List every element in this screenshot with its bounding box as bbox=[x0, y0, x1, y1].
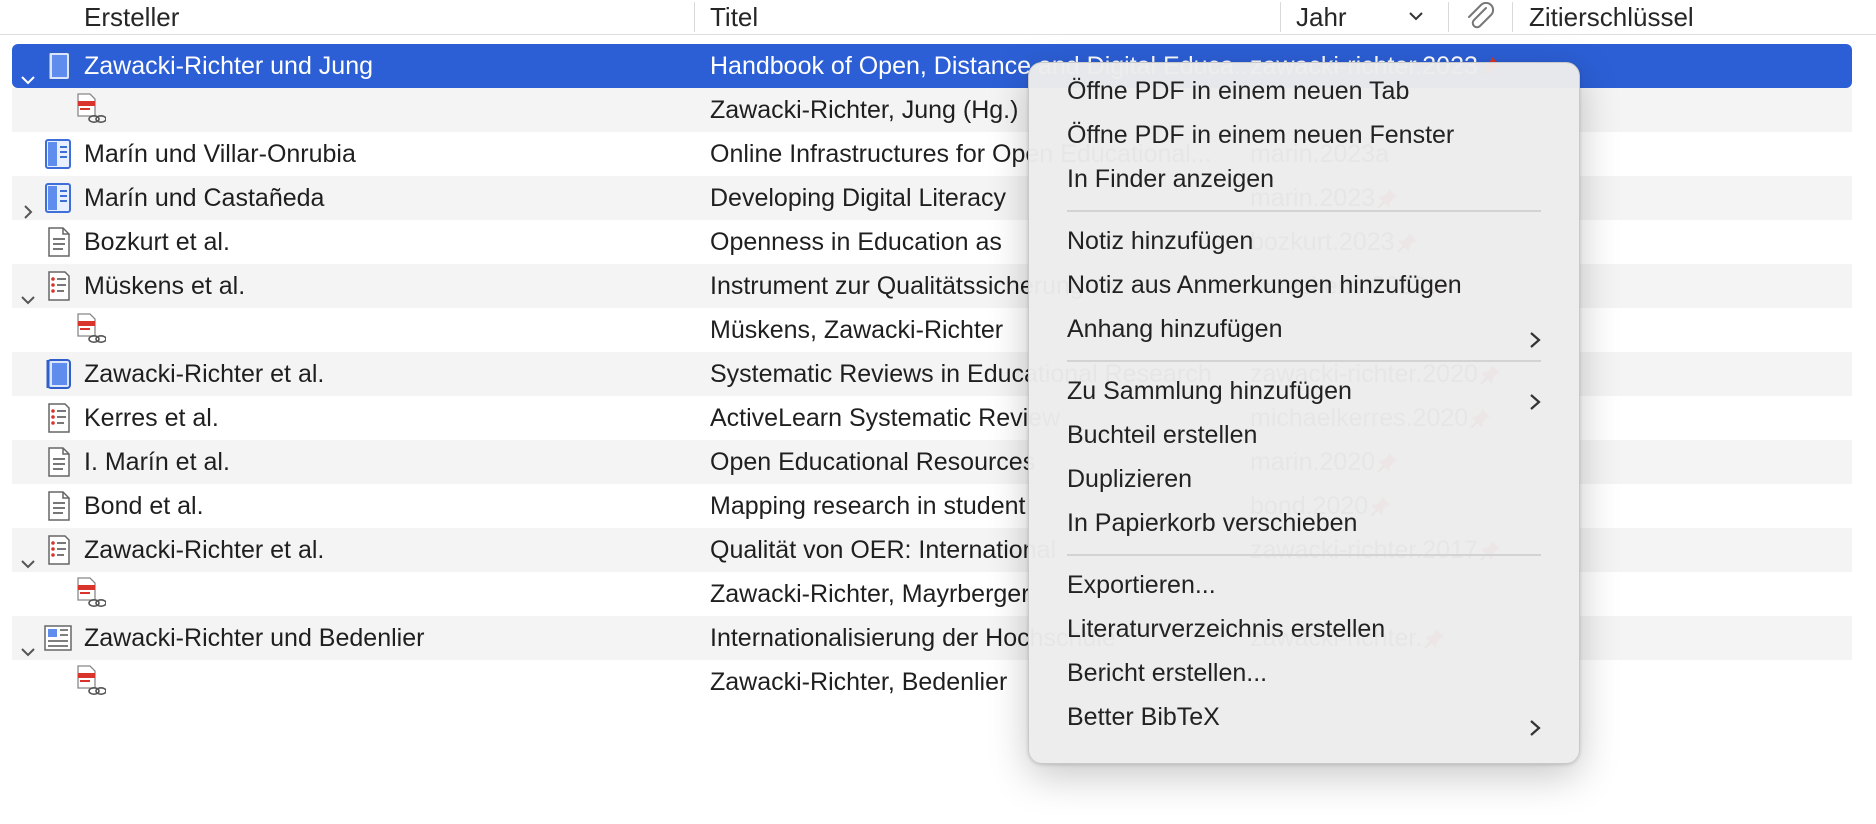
newspaper-icon bbox=[42, 621, 74, 655]
attachment-paperclip-icon[interactable] bbox=[1464, 2, 1496, 32]
column-divider[interactable] bbox=[1280, 2, 1281, 32]
menu-item-label: Notiz aus Anmerkungen hinzufügen bbox=[1067, 271, 1462, 299]
menu-item[interactable]: Bericht erstellen... bbox=[1039, 653, 1569, 693]
column-divider[interactable] bbox=[1512, 2, 1513, 32]
report-icon bbox=[42, 401, 74, 435]
menu-separator bbox=[1067, 360, 1541, 362]
creator-cell: Zawacki-Richter und Bedenlier bbox=[84, 624, 425, 652]
context-menu: Öffne PDF in einem neuen Tab Öffne PDF in… bbox=[1028, 62, 1580, 764]
menu-item-label: Duplizieren bbox=[1067, 465, 1193, 493]
creator-cell: Marín und Villar-Onrubia bbox=[84, 140, 356, 168]
menu-item[interactable]: Öffne PDF in einem neuen Tab bbox=[1039, 71, 1569, 111]
submenu-chevron-right-icon bbox=[1529, 321, 1541, 348]
book-section-icon bbox=[42, 181, 74, 215]
column-header-bar: Ersteller Titel Jahr Zitierschlüssel bbox=[0, 0, 1876, 35]
submenu-chevron-right-icon bbox=[1529, 709, 1541, 736]
menu-item-label: Better BibTeX bbox=[1067, 703, 1220, 731]
document-icon bbox=[42, 225, 74, 259]
menu-item-label: Zu Sammlung hinzufügen bbox=[1067, 377, 1352, 405]
creator-cell: Bozkurt et al. bbox=[84, 228, 230, 256]
menu-item-label: In Papierkorb verschieben bbox=[1067, 509, 1358, 537]
column-header-creator[interactable]: Ersteller bbox=[84, 0, 179, 34]
creator-cell bbox=[84, 660, 684, 704]
menu-item[interactable]: Literaturverzeichnis erstellen bbox=[1039, 609, 1569, 649]
menu-item[interactable]: Better BibTeX bbox=[1039, 697, 1569, 737]
document-icon bbox=[42, 489, 74, 523]
menu-item[interactable]: In Papierkorb verschieben bbox=[1039, 503, 1569, 543]
column-header-year[interactable]: Jahr bbox=[1296, 0, 1347, 34]
disclosure-expanded-chevron-icon[interactable] bbox=[20, 542, 36, 569]
menu-item-label: Öffne PDF in einem neuen Fenster bbox=[1067, 121, 1455, 149]
menu-item[interactable]: Öffne PDF in einem neuen Fenster bbox=[1039, 115, 1569, 155]
disclosure-collapsed-chevron-icon[interactable] bbox=[20, 190, 36, 219]
creator-cell bbox=[84, 308, 684, 352]
book-icon bbox=[42, 49, 74, 83]
disclosure-expanded-chevron-icon[interactable] bbox=[20, 278, 36, 305]
menu-separator bbox=[1067, 554, 1541, 556]
report-icon bbox=[42, 533, 74, 567]
column-divider[interactable] bbox=[1448, 2, 1449, 32]
menu-item[interactable]: Notiz aus Anmerkungen hinzufügen bbox=[1039, 265, 1569, 305]
column-header-title[interactable]: Titel bbox=[710, 0, 758, 34]
creator-cell: Zawacki-Richter und Jung bbox=[84, 52, 374, 80]
book-section-icon bbox=[42, 137, 74, 171]
menu-item[interactable]: Zu Sammlung hinzufügen bbox=[1039, 371, 1569, 411]
column-divider[interactable] bbox=[694, 2, 695, 32]
menu-item-label: Buchteil erstellen bbox=[1067, 421, 1258, 449]
column-header-citation-key[interactable]: Zitierschlüssel bbox=[1529, 0, 1694, 34]
creator-cell bbox=[84, 88, 684, 132]
menu-item-label: Literaturverzeichnis erstellen bbox=[1067, 615, 1386, 643]
creator-cell: Zawacki-Richter et al. bbox=[84, 536, 325, 564]
creator-cell: Kerres et al. bbox=[84, 404, 219, 432]
creator-cell: Müskens et al. bbox=[84, 272, 246, 300]
menu-item-label: In Finder anzeigen bbox=[1067, 165, 1275, 193]
report-icon bbox=[42, 269, 74, 303]
creator-cell: Marín und Castañeda bbox=[84, 184, 325, 212]
menu-item-label: Notiz hinzufügen bbox=[1067, 227, 1254, 255]
book-icon bbox=[42, 357, 74, 391]
creator-cell: I. Marín et al. bbox=[84, 448, 230, 476]
submenu-chevron-right-icon bbox=[1529, 383, 1541, 410]
menu-separator bbox=[1067, 210, 1541, 212]
menu-item-label: Exportieren... bbox=[1067, 571, 1216, 599]
disclosure-expanded-chevron-icon[interactable] bbox=[20, 58, 36, 85]
menu-item[interactable]: In Finder anzeigen bbox=[1039, 159, 1569, 199]
menu-item-label: Bericht erstellen... bbox=[1067, 659, 1268, 687]
creator-cell: Zawacki-Richter et al. bbox=[84, 360, 325, 388]
menu-item[interactable]: Anhang hinzufügen bbox=[1039, 309, 1569, 349]
menu-item-label: Anhang hinzufügen bbox=[1067, 315, 1283, 343]
document-icon bbox=[42, 445, 74, 479]
menu-item-label: Öffne PDF in einem neuen Tab bbox=[1067, 77, 1410, 105]
sort-chevron-down-icon[interactable] bbox=[1409, 9, 1423, 23]
menu-item[interactable]: Duplizieren bbox=[1039, 459, 1569, 499]
creator-cell bbox=[84, 572, 684, 616]
creator-cell: Bond et al. bbox=[84, 492, 204, 520]
menu-item[interactable]: Exportieren... bbox=[1039, 565, 1569, 605]
menu-item[interactable]: Notiz hinzufügen bbox=[1039, 221, 1569, 261]
menu-item[interactable]: Buchteil erstellen bbox=[1039, 415, 1569, 455]
disclosure-expanded-chevron-icon[interactable] bbox=[20, 630, 36, 657]
